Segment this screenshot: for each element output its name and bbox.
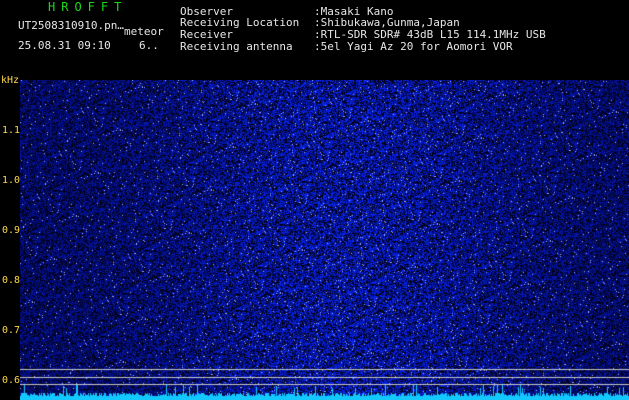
spectrogram-waterfall bbox=[20, 80, 629, 400]
mode-label: meteor bbox=[124, 25, 164, 38]
frequency-tick-label: 0.9 bbox=[1, 225, 20, 236]
frequency-tick-label: 1.1 bbox=[1, 125, 20, 136]
frequency-tick-label: 0.6 bbox=[1, 375, 20, 386]
antenna-value: :5el Yagi Az 20 for Aomori VOR bbox=[314, 40, 513, 53]
count-value: 6.. bbox=[139, 39, 159, 52]
frequency-tick-label: 0.8 bbox=[1, 275, 20, 286]
frequency-unit-label: kHz bbox=[1, 75, 20, 86]
date-time: 25.08.31 09:10 bbox=[18, 39, 111, 52]
file-name: UT2508310910.pn… bbox=[18, 19, 124, 32]
frequency-tick-label: 0.7 bbox=[1, 325, 20, 336]
frequency-tick-label: 1.0 bbox=[1, 175, 20, 186]
antenna-label: Receiving antenna bbox=[180, 40, 293, 53]
app-title: HROFFT bbox=[48, 0, 128, 14]
